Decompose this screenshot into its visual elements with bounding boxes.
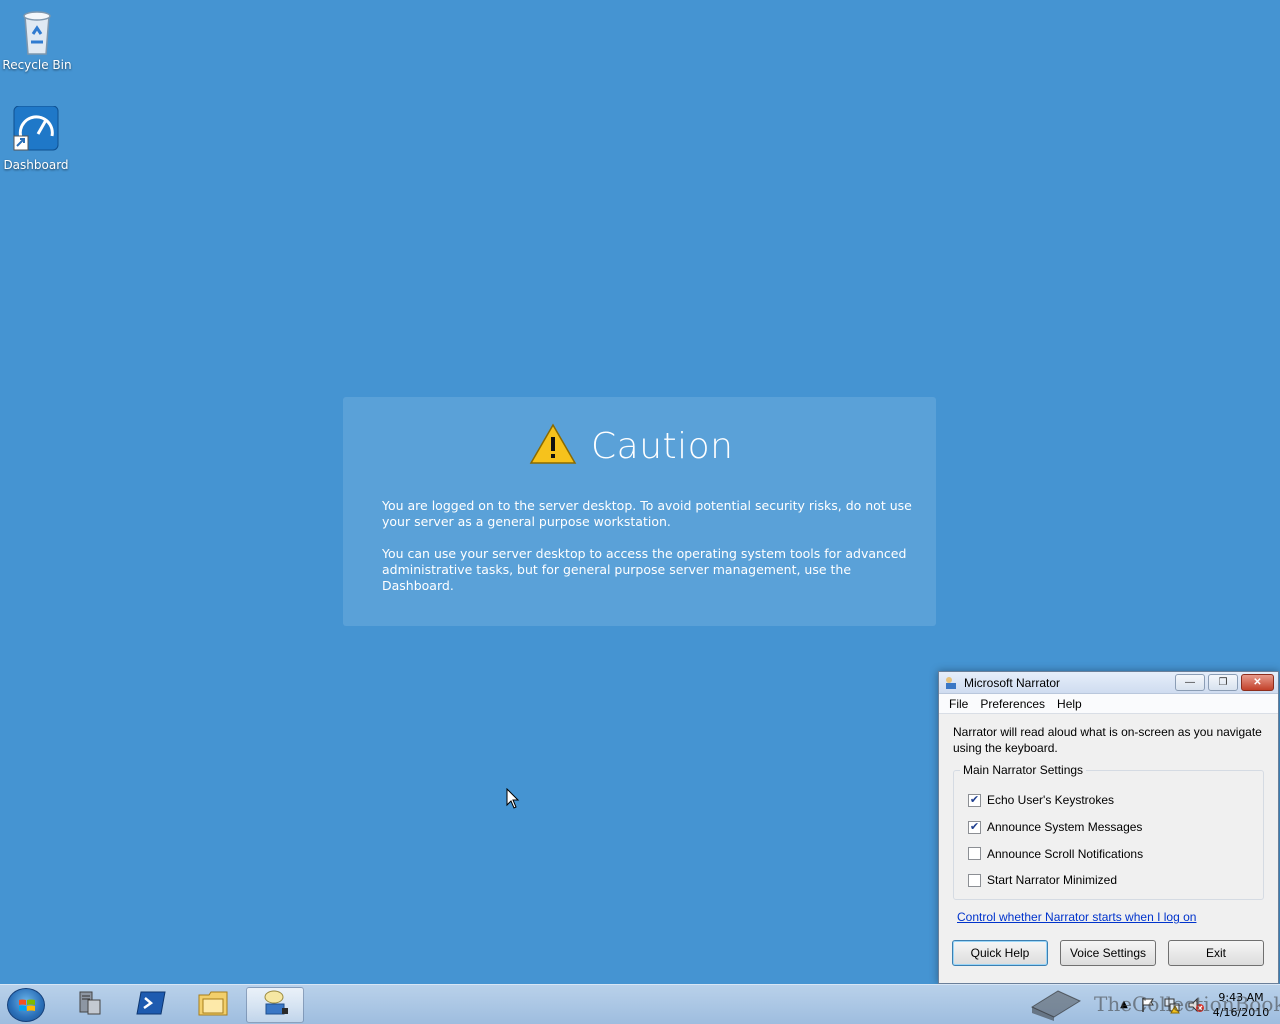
announce-system-messages-label: Announce System Messages <box>987 820 1143 835</box>
caution-paragraph-1: You are logged on to the server desktop.… <box>382 498 912 529</box>
menu-preferences[interactable]: Preferences <box>974 697 1051 711</box>
main-settings-group: Main Narrator Settings ✔ Echo User's Key… <box>953 763 1264 900</box>
restore-icon: ❐ <box>1218 677 1228 688</box>
caution-paragraph-2: You can use your server desktop to acces… <box>382 546 907 593</box>
book-icon <box>1028 983 1084 1024</box>
caution-title: Caution <box>591 425 734 467</box>
watermark-text: TheCollectionBook <box>1094 992 1280 1016</box>
warning-icon <box>529 423 577 469</box>
echo-keystrokes-label: Echo User's Keystrokes <box>987 793 1115 808</box>
narrator-app-icon <box>944 676 958 690</box>
logon-settings-link[interactable]: Control whether Narrator starts when I l… <box>957 910 1264 924</box>
announce-scroll-checkbox[interactable] <box>968 847 981 861</box>
voice-settings-button[interactable]: Voice Settings <box>1060 940 1156 966</box>
narrator-description: Narrator will read aloud what is on-scre… <box>953 725 1262 755</box>
menu-file[interactable]: File <box>943 697 974 711</box>
taskbar-explorer[interactable] <box>184 987 242 1023</box>
caution-panel: Caution You are logged on to the server … <box>343 397 936 626</box>
option-announce-scroll[interactable]: Announce Scroll Notifications <box>968 840 1255 867</box>
desktop-icon-recycle-bin[interactable]: Recycle Bin <box>1 6 73 72</box>
option-echo-keystrokes[interactable]: ✔ Echo User's Keystrokes <box>968 787 1255 814</box>
narrator-menubar: File Preferences Help <box>939 694 1278 714</box>
dashboard-label: Dashboard <box>3 158 69 172</box>
mouse-cursor-icon <box>506 787 520 814</box>
minimize-button[interactable]: — <box>1175 674 1205 691</box>
recycle-bin-label: Recycle Bin <box>2 58 72 72</box>
narrator-button-row: Quick Help Voice Settings Exit <box>952 940 1264 966</box>
restore-button[interactable]: ❐ <box>1208 674 1238 691</box>
taskbar-server-manager[interactable] <box>60 987 118 1023</box>
server-manager-icon <box>74 988 104 1022</box>
desktop-icon-dashboard[interactable]: Dashboard <box>0 105 72 172</box>
narrator-window: Microsoft Narrator — ❐ ✕ File Preference… <box>938 671 1279 984</box>
recycle-bin-icon <box>13 6 61 55</box>
narrator-titlebar[interactable]: Microsoft Narrator — ❐ ✕ <box>939 672 1278 694</box>
taskbar-narrator[interactable] <box>246 987 304 1023</box>
explorer-icon <box>197 989 229 1021</box>
caution-header: Caution <box>529 423 733 469</box>
exit-button[interactable]: Exit <box>1168 940 1264 966</box>
dashboard-icon <box>12 105 60 154</box>
narrator-body: Narrator will read aloud what is on-scre… <box>939 714 1278 934</box>
option-start-minimized[interactable]: Start Narrator Minimized <box>968 867 1255 894</box>
taskbar-powershell[interactable] <box>122 987 180 1023</box>
close-icon: ✕ <box>1253 677 1262 688</box>
minimize-icon: — <box>1185 677 1195 688</box>
narrator-title: Microsoft Narrator <box>964 675 1061 690</box>
watermark: TheCollectionBook <box>1028 984 1280 1024</box>
echo-keystrokes-checkbox[interactable]: ✔ <box>968 793 981 807</box>
start-minimized-label: Start Narrator Minimized <box>987 873 1118 888</box>
narrator-icon <box>260 988 290 1022</box>
option-announce-system-messages[interactable]: ✔ Announce System Messages <box>968 814 1255 841</box>
quick-help-button[interactable]: Quick Help <box>952 940 1048 966</box>
main-settings-label: Main Narrator Settings <box>960 763 1087 777</box>
windows-logo-icon <box>18 998 36 1014</box>
menu-help[interactable]: Help <box>1051 697 1088 711</box>
close-button[interactable]: ✕ <box>1241 674 1274 691</box>
start-button[interactable] <box>7 988 45 1022</box>
announce-system-messages-checkbox[interactable]: ✔ <box>968 820 981 834</box>
announce-scroll-label: Announce Scroll Notifications <box>987 846 1144 861</box>
start-minimized-checkbox[interactable] <box>968 873 981 887</box>
caution-message: You are logged on to the server desktop.… <box>382 498 912 594</box>
powershell-icon <box>136 990 166 1020</box>
